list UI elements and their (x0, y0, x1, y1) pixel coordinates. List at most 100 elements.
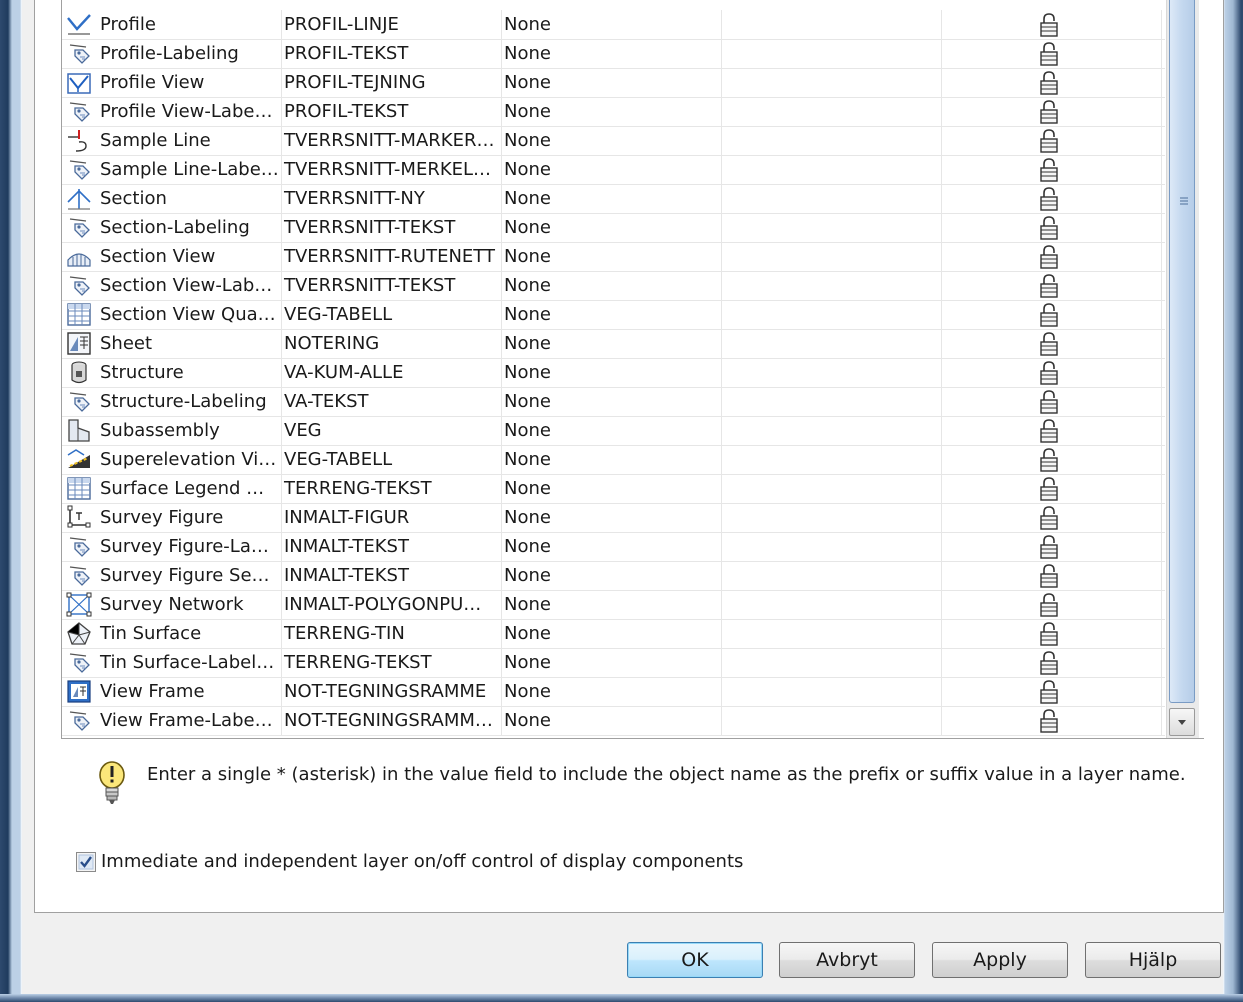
value-cell[interactable] (722, 97, 942, 126)
vertical-scrollbar[interactable] (1166, 0, 1199, 738)
lock-icon[interactable] (1037, 563, 1061, 589)
object-layer-row[interactable]: Subassembly VEG None (62, 416, 1165, 446)
layer-name-cell[interactable]: PROFIL-TEKST (282, 39, 502, 68)
object-layer-row[interactable]: Section View Qua… VEG-TABELL None (62, 300, 1165, 330)
object-name-cell[interactable]: Sheet (62, 329, 282, 358)
layer-name-cell[interactable]: NOTERING (282, 329, 502, 358)
value-cell[interactable] (722, 648, 942, 677)
layer-name-cell[interactable]: VEG-TABELL (282, 300, 502, 329)
value-cell[interactable] (722, 532, 942, 561)
modifier-cell[interactable]: None (502, 155, 722, 184)
value-cell[interactable] (722, 155, 942, 184)
modifier-cell[interactable]: None (502, 271, 722, 300)
layer-name-cell[interactable]: NOT-TEGNINGSRAMM… (282, 706, 502, 735)
object-name-cell[interactable]: Sample Line-Labe… (62, 155, 282, 184)
object-layer-row[interactable]: Tin Surface-Label… TERRENG-TEKST None (62, 648, 1165, 678)
lock-icon[interactable] (1037, 215, 1061, 241)
layer-name-cell[interactable]: VA-KUM-ALLE (282, 358, 502, 387)
lock-icon[interactable] (1037, 273, 1061, 299)
layer-name-cell[interactable]: TVERRSNITT-MARKER… (282, 126, 502, 155)
modifier-cell[interactable]: None (502, 97, 722, 126)
object-name-cell[interactable]: Profile (62, 10, 282, 39)
layer-name-cell[interactable]: INMALT-TEKST (282, 532, 502, 561)
modifier-cell[interactable]: None (502, 300, 722, 329)
object-name-cell[interactable]: Survey Figure Se… (62, 561, 282, 590)
object-layer-row[interactable]: Section View TVERRSNITT-RUTENETT None (62, 242, 1165, 272)
value-cell[interactable] (722, 242, 942, 271)
layer-name-cell[interactable]: NOT-TEGNINGSRAMME (282, 677, 502, 706)
object-name-cell[interactable]: Tin Surface-Label… (62, 648, 282, 677)
modifier-cell[interactable]: None (502, 329, 722, 358)
layer-name-cell[interactable]: TVERRSNITT-TEKST (282, 271, 502, 300)
layer-name-cell[interactable]: VEG (282, 416, 502, 445)
modifier-cell[interactable]: None (502, 706, 722, 735)
value-cell[interactable] (722, 329, 942, 358)
object-name-cell[interactable]: Structure-Labeling (62, 387, 282, 416)
object-name-cell[interactable]: Section View (62, 242, 282, 271)
lock-icon[interactable] (1037, 592, 1061, 618)
object-layer-row[interactable]: Section-Labeling TVERRSNITT-TEKST None (62, 213, 1165, 243)
value-cell[interactable] (722, 68, 942, 97)
object-layer-row[interactable]: Tin Surface TERRENG-TIN None (62, 619, 1165, 649)
lock-icon[interactable] (1037, 99, 1061, 125)
value-cell[interactable] (722, 213, 942, 242)
modifier-cell[interactable]: None (502, 648, 722, 677)
modifier-cell[interactable]: None (502, 39, 722, 68)
lock-icon[interactable] (1037, 360, 1061, 386)
object-name-cell[interactable]: Survey Figure (62, 503, 282, 532)
object-layer-row[interactable]: Surface Legend … TERRENG-TEKST None (62, 474, 1165, 504)
modifier-cell[interactable]: None (502, 590, 722, 619)
layer-name-cell[interactable]: TERRENG-TEKST (282, 474, 502, 503)
object-layer-row[interactable]: Survey Network INMALT-POLYGONPU… None (62, 590, 1165, 620)
lock-icon[interactable] (1037, 186, 1061, 212)
modifier-cell[interactable]: None (502, 503, 722, 532)
object-name-cell[interactable]: Profile-Labeling (62, 39, 282, 68)
scroll-down-button[interactable] (1169, 708, 1195, 736)
object-name-cell[interactable]: Survey Network (62, 590, 282, 619)
modifier-cell[interactable]: None (502, 445, 722, 474)
object-layer-row[interactable]: Sample Line-Labe… TVERRSNITT-MERKEL… None (62, 155, 1165, 185)
modifier-cell[interactable]: None (502, 126, 722, 155)
object-layer-row[interactable]: Superelevation Vi… VEG-TABELL None (62, 445, 1165, 475)
modifier-cell[interactable]: None (502, 387, 722, 416)
lock-icon[interactable] (1037, 418, 1061, 444)
object-name-cell[interactable]: Tin Surface (62, 619, 282, 648)
layer-name-cell[interactable]: TVERRSNITT-NY (282, 184, 502, 213)
object-name-cell[interactable]: Structure (62, 358, 282, 387)
modifier-cell[interactable]: None (502, 242, 722, 271)
layer-name-cell[interactable]: TERRENG-TIN (282, 619, 502, 648)
lock-icon[interactable] (1037, 157, 1061, 183)
lock-icon[interactable] (1037, 128, 1061, 154)
scrollbar-thumb[interactable] (1169, 0, 1195, 703)
lock-icon[interactable] (1037, 302, 1061, 328)
object-name-cell[interactable]: Section (62, 184, 282, 213)
modifier-cell[interactable]: None (502, 358, 722, 387)
object-name-cell[interactable]: Surface Legend … (62, 474, 282, 503)
display-control-label[interactable]: Immediate and independent layer on/off c… (101, 851, 743, 872)
modifier-cell[interactable]: None (502, 474, 722, 503)
object-layer-row[interactable]: Section TVERRSNITT-NY None (62, 184, 1165, 214)
layer-name-cell[interactable]: INMALT-TEKST (282, 561, 502, 590)
value-cell[interactable] (722, 416, 942, 445)
object-layer-row[interactable]: Survey Figure INMALT-FIGUR None (62, 503, 1165, 533)
object-name-cell[interactable]: Section View Qua… (62, 300, 282, 329)
object-name-cell[interactable]: Sample Line (62, 126, 282, 155)
modifier-cell[interactable]: None (502, 561, 722, 590)
object-name-cell[interactable]: Superelevation Vi… (62, 445, 282, 474)
lock-icon[interactable] (1037, 708, 1061, 734)
object-name-cell[interactable]: View Frame-Labe… (62, 706, 282, 735)
value-cell[interactable] (722, 503, 942, 532)
value-cell[interactable] (722, 10, 942, 39)
lock-icon[interactable] (1037, 41, 1061, 67)
object-layer-row[interactable]: Structure VA-KUM-ALLE None (62, 358, 1165, 388)
lock-icon[interactable] (1037, 12, 1061, 38)
value-cell[interactable] (722, 300, 942, 329)
lock-icon[interactable] (1037, 650, 1061, 676)
display-control-checkbox[interactable] (76, 852, 96, 872)
modifier-cell[interactable]: None (502, 68, 722, 97)
value-cell[interactable] (722, 474, 942, 503)
lock-icon[interactable] (1037, 679, 1061, 705)
modifier-cell[interactable]: None (502, 677, 722, 706)
layer-name-cell[interactable]: TVERRSNITT-MERKEL… (282, 155, 502, 184)
object-name-cell[interactable]: Section View-Lab… (62, 271, 282, 300)
